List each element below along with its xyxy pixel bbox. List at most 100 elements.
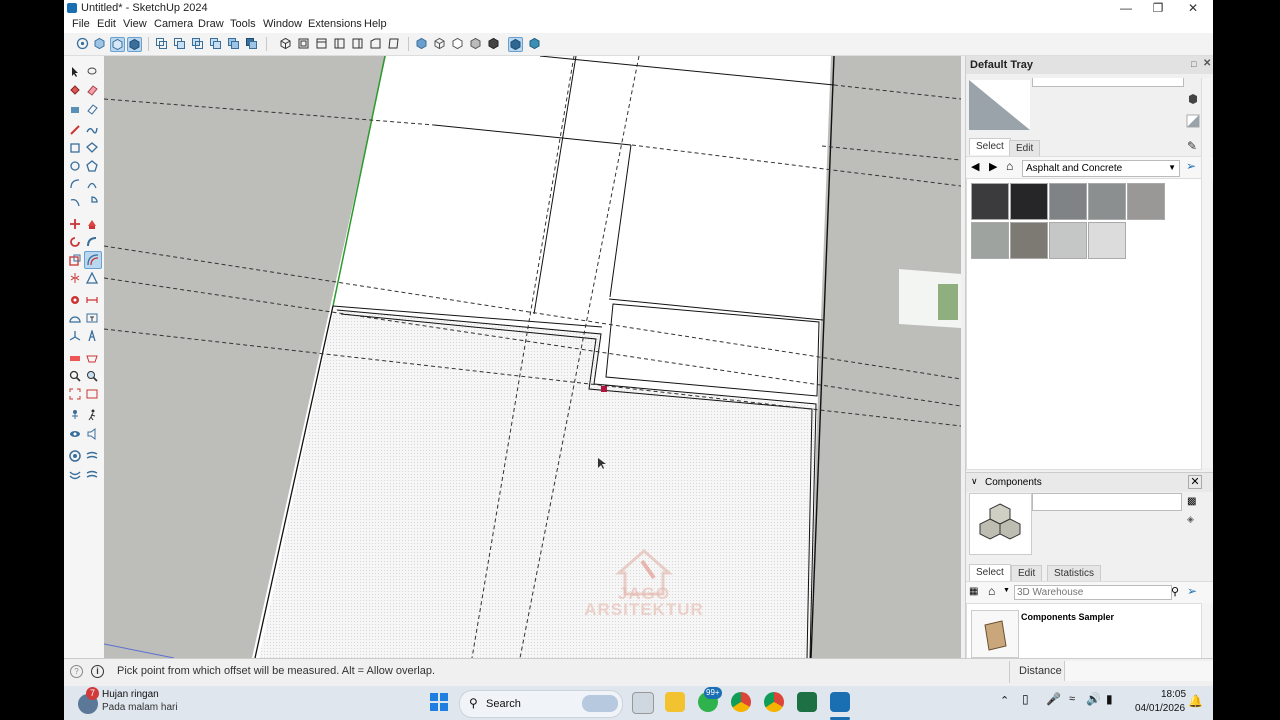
components-details-icon[interactable]: ➢	[1187, 584, 1197, 598]
file-explorer-icon[interactable]	[665, 692, 685, 712]
sketchup-taskbar-icon[interactable]	[830, 692, 850, 712]
chrome-icon[interactable]	[731, 692, 751, 712]
iso-view-icon[interactable]	[279, 37, 292, 50]
components-header[interactable]: ∨ Components ✕	[966, 472, 1213, 492]
component-details-icon[interactable]: ▩	[1187, 496, 1196, 507]
menu-extensions[interactable]: Extensions	[308, 18, 362, 30]
hidden-line-icon[interactable]	[451, 37, 464, 50]
right-view-icon[interactable]	[333, 37, 346, 50]
components-scrollbar[interactable]	[1201, 603, 1212, 658]
lasso-icon[interactable]	[86, 66, 98, 78]
notification-icon[interactable]: 🔔	[1188, 694, 1203, 708]
sandbox-icon[interactable]	[69, 450, 81, 462]
previous-view-icon[interactable]	[86, 388, 98, 400]
material-swatch[interactable]	[1088, 222, 1126, 259]
back-arrow-icon[interactable]: ◀	[971, 160, 979, 173]
materials-tab-edit[interactable]: Edit	[1009, 140, 1041, 157]
windows-start-icon[interactable]	[429, 692, 449, 712]
xray-face-style-icon[interactable]	[415, 37, 428, 50]
top-view-icon[interactable]	[297, 37, 310, 50]
library-dropdown[interactable]: Asphalt and Concrete ▼	[1022, 160, 1180, 177]
pie-icon[interactable]	[86, 196, 98, 208]
material-swatch[interactable]	[1127, 183, 1165, 220]
info-icon[interactable]: i	[91, 665, 104, 678]
dimension-icon[interactable]	[86, 294, 98, 306]
two-point-arc-icon[interactable]	[86, 178, 98, 190]
tag-tool-icon[interactable]	[69, 103, 81, 115]
line-tool-icon[interactable]	[69, 124, 81, 136]
materials-tab-select[interactable]: Select	[969, 138, 1011, 155]
component-thumbnail[interactable]	[971, 610, 1019, 658]
components-home-icon[interactable]: ⌂	[988, 584, 995, 598]
style-icon-2[interactable]	[173, 37, 186, 50]
section-plane-icon[interactable]	[69, 352, 81, 364]
device-icon[interactable]: ▯	[1022, 692, 1029, 706]
menu-tools[interactable]: Tools	[230, 18, 256, 30]
sound-icon[interactable]	[86, 428, 98, 440]
protractor-icon[interactable]	[69, 312, 81, 324]
menu-draw[interactable]: Draw	[198, 18, 224, 30]
monochrome-icon[interactable]	[508, 37, 523, 52]
collapse-icon[interactable]: ∨	[971, 476, 978, 487]
material-swatch[interactable]	[1049, 183, 1087, 220]
material-swatch[interactable]	[971, 183, 1009, 220]
section-cuts-icon[interactable]	[127, 37, 142, 52]
left-view-icon[interactable]	[369, 37, 382, 50]
back-view-icon[interactable]	[351, 37, 364, 50]
restore-button[interactable]: ❐	[1141, 0, 1175, 17]
minimize-button[interactable]: —	[1109, 0, 1143, 17]
eyedropper-icon[interactable]: ✎	[1187, 139, 1197, 153]
taskbar-search-box[interactable]: ⚲ Search	[459, 690, 623, 718]
tag-eraser-icon[interactable]	[86, 103, 98, 115]
create-material-icon[interactable]	[1186, 92, 1200, 106]
microphone-icon[interactable]: 🎤	[1046, 692, 1061, 706]
menu-camera[interactable]: Camera	[154, 18, 193, 30]
measurements-input[interactable]	[1064, 661, 1213, 681]
paint-bucket-icon[interactable]	[69, 84, 81, 96]
back-edges-icon[interactable]	[110, 37, 125, 52]
rotated-rectangle-icon[interactable]	[86, 142, 98, 154]
select-arrow-icon[interactable]	[69, 66, 81, 78]
rotate-icon[interactable]	[69, 236, 81, 248]
eraser-icon[interactable]	[86, 84, 98, 96]
shaded-icon[interactable]	[469, 37, 482, 50]
material-swatch[interactable]	[1010, 183, 1048, 220]
axes-icon[interactable]	[69, 330, 81, 342]
zoom-extents-icon[interactable]	[69, 388, 81, 400]
arc-icon[interactable]	[69, 178, 81, 190]
style-color-icon[interactable]	[528, 37, 541, 50]
freehand-icon[interactable]	[86, 124, 98, 136]
move-icon[interactable]	[69, 218, 81, 230]
sandbox-scratch-icon[interactable]	[69, 468, 81, 480]
style-icon-5[interactable]	[227, 37, 240, 50]
bottom-view-icon[interactable]	[387, 37, 400, 50]
three-point-arc-icon[interactable]	[69, 196, 81, 208]
home-icon[interactable]: ⌂	[1006, 159, 1013, 173]
components-tab-edit[interactable]: Edit	[1011, 565, 1043, 582]
walk-icon[interactable]	[86, 409, 98, 421]
scale-icon[interactable]	[69, 254, 81, 266]
chevron-down-icon[interactable]: ▼	[1003, 587, 1010, 594]
wireframe-icon[interactable]	[433, 37, 446, 50]
material-name-field[interactable]	[1032, 78, 1184, 87]
menu-window[interactable]: Window	[263, 18, 302, 30]
style-icon-3[interactable]	[191, 37, 204, 50]
warehouse-search-input[interactable]	[1014, 585, 1172, 600]
pin-icon[interactable]: □	[1191, 59, 1196, 69]
shaded-textures-icon[interactable]	[487, 37, 500, 50]
clock-date[interactable]: 04/01/2026	[1135, 703, 1185, 714]
orbit-icon[interactable]	[76, 37, 89, 50]
3d-text-icon[interactable]	[86, 330, 98, 342]
component-options-icon[interactable]: ◈	[1187, 514, 1194, 525]
view-options-icon[interactable]: ▦	[969, 586, 978, 597]
component-name-field[interactable]	[1032, 493, 1182, 511]
geolocation-icon[interactable]: ?	[70, 665, 83, 678]
material-swatch[interactable]	[971, 222, 1009, 259]
solid-tools-icon[interactable]	[86, 272, 98, 284]
zoom-icon[interactable]	[69, 370, 81, 382]
xray-icon[interactable]	[93, 37, 106, 50]
material-swatch[interactable]	[1010, 222, 1048, 259]
sandbox-contours-icon[interactable]	[86, 450, 98, 462]
components-tab-select[interactable]: Select	[969, 564, 1011, 581]
look-around-icon[interactable]	[69, 428, 81, 440]
